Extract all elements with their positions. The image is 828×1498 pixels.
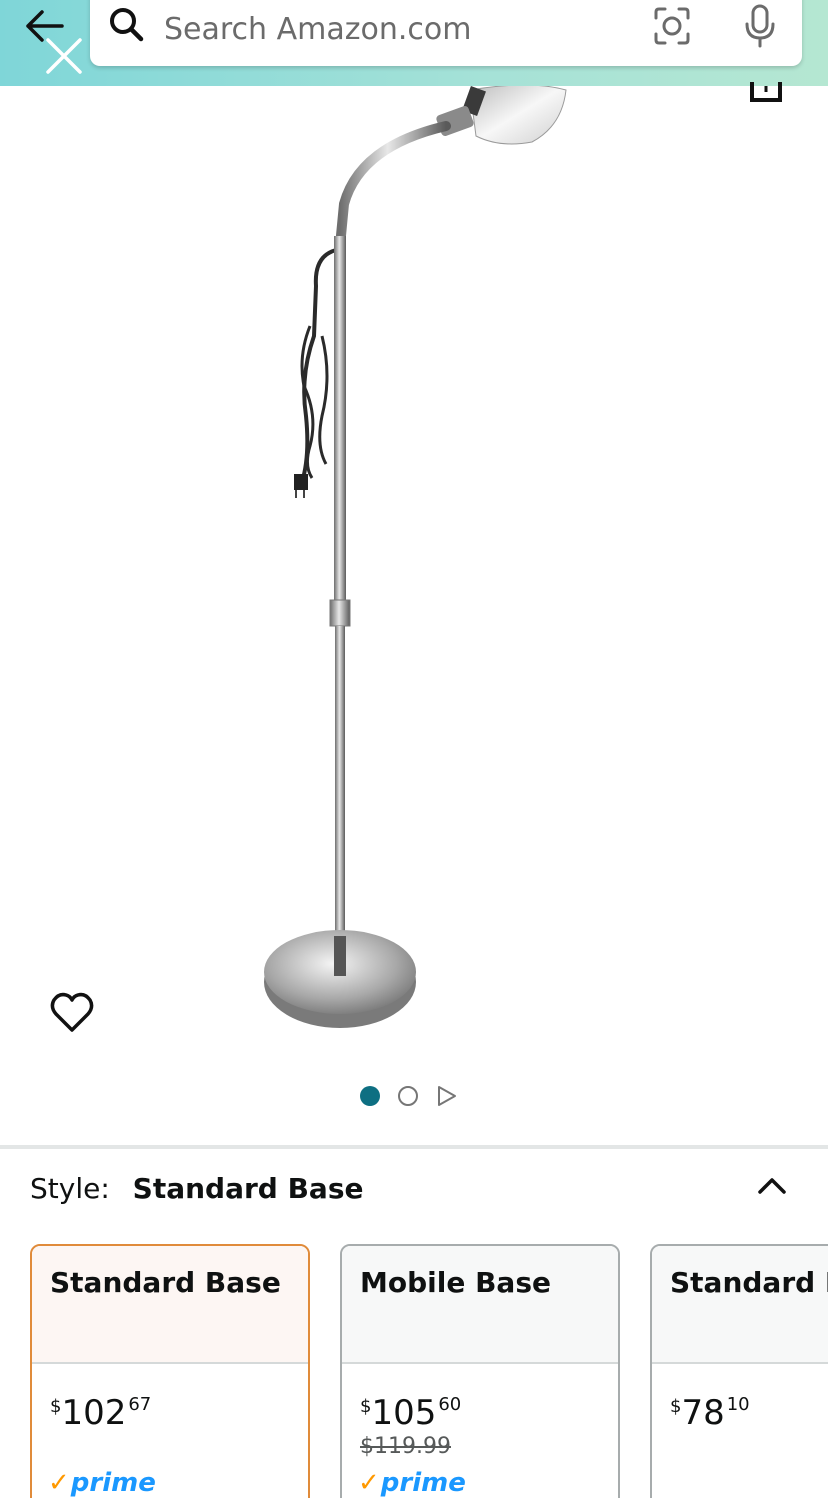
price-symbol: $ bbox=[670, 1396, 682, 1417]
prime-check-icon: ✓ bbox=[358, 1468, 380, 1498]
variant-card-standard-base[interactable]: Standard Base $102 67 ✓prime bbox=[30, 1244, 310, 1498]
variant-price: $105 60 bbox=[360, 1384, 600, 1434]
camera-search-button[interactable] bbox=[650, 4, 694, 48]
variant-price: $78 10 bbox=[670, 1384, 828, 1434]
prime-label: prime bbox=[380, 1468, 466, 1498]
top-header bbox=[0, 0, 828, 86]
variant-header: Mobile Base bbox=[342, 1246, 618, 1364]
variant-header: Standard B bbox=[652, 1246, 828, 1364]
section-divider bbox=[0, 1145, 828, 1149]
share-button[interactable] bbox=[746, 82, 786, 104]
product-image[interactable] bbox=[240, 84, 600, 1046]
price-whole: 102 bbox=[61, 1393, 127, 1433]
camera-lens-icon bbox=[654, 7, 690, 45]
price-symbol: $ bbox=[360, 1396, 372, 1417]
style-selector-header: Style: Standard Base bbox=[30, 1172, 630, 1216]
variant-name: Mobile Base bbox=[360, 1266, 551, 1299]
variant-card-mobile-base[interactable]: Mobile Base $105 60 $119.99 ✓prime bbox=[340, 1244, 620, 1498]
search-icon bbox=[106, 4, 146, 44]
prime-check-icon: ✓ bbox=[48, 1468, 70, 1498]
share-icon bbox=[750, 82, 782, 102]
wishlist-button[interactable] bbox=[48, 988, 96, 1036]
voice-search-button[interactable] bbox=[738, 2, 782, 50]
style-label: Style: bbox=[30, 1172, 110, 1205]
variant-list-price: $119.99 bbox=[360, 1434, 451, 1459]
play-triangle-icon bbox=[438, 1086, 456, 1106]
prime-label: prime bbox=[70, 1468, 156, 1498]
close-icon bbox=[46, 38, 82, 74]
close-button[interactable] bbox=[44, 36, 84, 76]
variant-body: $102 67 ✓prime bbox=[32, 1364, 308, 1498]
variant-header: Standard Base bbox=[32, 1246, 308, 1364]
variant-price: $102 67 bbox=[50, 1384, 290, 1434]
variant-card-standard-base-2[interactable]: Standard B $7810 bbox=[650, 1244, 828, 1498]
image-carousel-indicator bbox=[360, 1082, 470, 1108]
variant-name: Standard Base bbox=[50, 1266, 281, 1299]
prime-badge: ✓prime bbox=[358, 1468, 466, 1498]
floor-lamp-image bbox=[264, 84, 567, 1028]
variant-body: $78 10 bbox=[652, 1364, 828, 1498]
collapse-styles-button[interactable] bbox=[752, 1168, 792, 1202]
microphone-icon bbox=[745, 4, 775, 48]
price-symbol: $ bbox=[50, 1396, 62, 1417]
price-whole: 78 bbox=[681, 1393, 725, 1433]
variant-name: Standard B bbox=[670, 1266, 828, 1299]
search-input[interactable] bbox=[164, 8, 634, 50]
search-bar[interactable] bbox=[90, 0, 802, 66]
carousel-dot-active[interactable] bbox=[360, 1086, 380, 1106]
price-cents: 67 bbox=[128, 1394, 152, 1415]
carousel-dot[interactable] bbox=[398, 1086, 418, 1106]
heart-icon bbox=[50, 992, 94, 1032]
price-whole: 105 bbox=[371, 1393, 437, 1433]
chevron-up-icon bbox=[758, 1178, 786, 1194]
price-cents: 60 bbox=[438, 1394, 462, 1415]
style-selected-value: Standard Base bbox=[132, 1172, 364, 1205]
price-cents: 10 bbox=[726, 1394, 750, 1415]
prime-badge: ✓prime bbox=[48, 1468, 156, 1498]
variant-body: $105 60 $119.99 ✓prime bbox=[342, 1364, 618, 1498]
carousel-video-button[interactable] bbox=[436, 1084, 458, 1108]
